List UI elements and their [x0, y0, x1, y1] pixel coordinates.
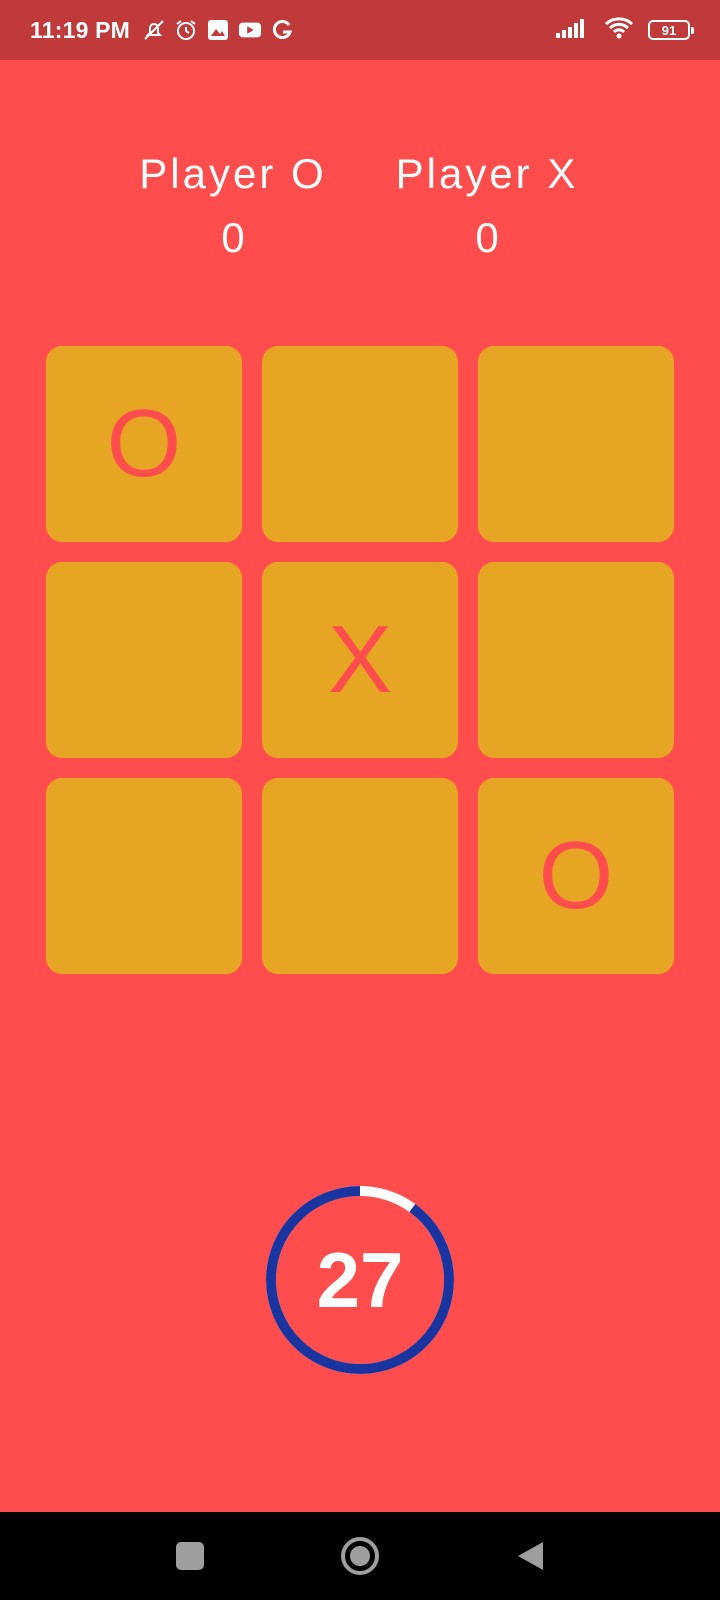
player-x-score-panel: Player X 0	[382, 150, 592, 262]
board-cell-5[interactable]: X	[262, 562, 458, 758]
game-board: O X O	[46, 346, 674, 974]
signal-icon	[556, 17, 590, 44]
board-cell-2[interactable]	[262, 346, 458, 542]
g-app-icon	[270, 18, 294, 42]
board-cell-6[interactable]	[478, 562, 674, 758]
mute-notifications-icon	[142, 18, 166, 42]
system-icons: 91	[556, 16, 694, 45]
board-cell-1[interactable]: O	[46, 346, 242, 542]
battery-level: 91	[661, 22, 677, 38]
back-button[interactable]	[510, 1536, 550, 1576]
board-cell-7[interactable]	[46, 778, 242, 974]
back-icon	[518, 1542, 543, 1570]
countdown-timer: 27	[260, 1180, 460, 1380]
notification-icons	[142, 18, 294, 42]
home-button[interactable]	[340, 1536, 380, 1576]
player-x-label: Player X	[395, 150, 579, 197]
board-cell-3[interactable]	[478, 346, 674, 542]
board-cell-8[interactable]	[262, 778, 458, 974]
alarm-icon	[174, 18, 198, 42]
youtube-icon	[238, 18, 262, 42]
status-bar: 11:19 PM 91	[0, 0, 720, 60]
player-o-score: 0	[221, 214, 245, 261]
board-cell-4[interactable]	[46, 562, 242, 758]
timer-value: 27	[316, 1235, 404, 1324]
player-o-label: Player O	[139, 150, 327, 197]
status-time: 11:19 PM	[30, 16, 131, 43]
gallery-icon	[206, 18, 230, 42]
player-o-score-panel: Player O 0	[128, 150, 338, 262]
home-icon	[341, 1537, 379, 1575]
board-cell-9[interactable]: O	[478, 778, 674, 974]
recent-apps-icon	[176, 1542, 204, 1570]
recent-apps-button[interactable]	[170, 1536, 210, 1576]
scoreboard: Player O 0 Player X 0	[0, 150, 720, 262]
wifi-icon	[604, 16, 634, 45]
battery-icon: 91	[648, 20, 694, 40]
player-x-score: 0	[475, 214, 499, 261]
navigation-bar	[0, 1512, 720, 1600]
